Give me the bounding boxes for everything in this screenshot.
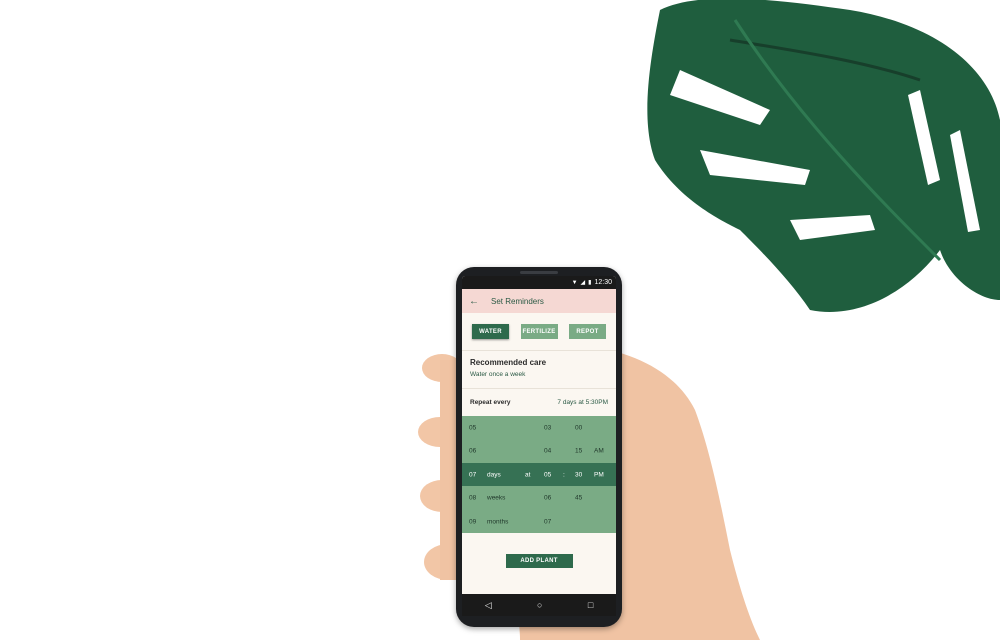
picker-hour: 06 — [544, 494, 552, 501]
picker-unit: weeks — [487, 494, 506, 501]
interval-time-picker[interactable]: 05 03 00 06 04 15 AM 07 days at 05: 30 … — [462, 416, 616, 533]
picker-row-selected[interactable]: 07 days at 05 : 30 PM — [462, 463, 616, 486]
home-circle-icon[interactable]: ○ — [537, 600, 542, 610]
picker-ampm: PM — [594, 471, 604, 478]
picker-row[interactable]: 08 weeks 06 45 — [462, 486, 616, 509]
phone-speaker — [520, 271, 558, 274]
repeat-value: 7 days at 5:30PM — [557, 399, 608, 406]
recents-square-icon[interactable]: □ — [588, 600, 593, 610]
tab-repot[interactable]: REPOT — [569, 324, 606, 339]
picker-minute: 00 — [575, 424, 583, 431]
picker-minute: 30 — [575, 471, 583, 478]
arrow-left-icon[interactable]: ← — [469, 296, 487, 307]
picker-at: at — [525, 471, 531, 478]
picker-hour: 03 — [544, 424, 552, 431]
status-bar: ▼ ◢ ▮ 12:30 — [462, 276, 616, 289]
picker-colon: : — [563, 471, 565, 478]
page-title: Set Reminders — [491, 296, 544, 306]
tab-fertilize[interactable]: FERTILIZE — [520, 324, 558, 339]
system-nav-bar: ◁ ○ □ — [462, 594, 616, 616]
picker-unit: days — [487, 471, 501, 478]
app-bar: ← Set Reminders — [462, 289, 616, 313]
picker-row[interactable]: 05 03 00 — [462, 416, 616, 439]
back-triangle-icon[interactable]: ◁ — [485, 600, 492, 611]
picker-number: 09 — [469, 518, 477, 525]
picker-number: 06 — [469, 447, 477, 454]
picker-hour: 07 — [544, 518, 552, 525]
bottom-actions: ADD PLANT — [462, 533, 616, 589]
picker-row[interactable]: 06 04 15 AM — [462, 439, 616, 462]
wifi-icon: ▼ — [571, 279, 578, 286]
picker-hour: 04 — [544, 447, 552, 454]
picker-number: 07 — [469, 471, 477, 478]
recommended-care-heading: Recommended care — [470, 358, 547, 367]
picker-minute: 15 — [575, 447, 583, 454]
repeat-label: Repeat every — [470, 399, 511, 406]
recommended-care-text: Water once a week — [470, 371, 526, 378]
picker-ampm: AM — [594, 447, 604, 454]
recommended-care-section: Recommended care Water once a week — [462, 351, 616, 389]
picker-number: 05 — [469, 424, 477, 431]
care-type-tabs: WATER FERTILIZE REPOT — [462, 313, 616, 351]
battery-icon: ▮ — [588, 280, 592, 286]
picker-number: 08 — [469, 494, 477, 501]
add-plant-button[interactable]: ADD PLANT — [505, 554, 573, 568]
tab-water[interactable]: WATER — [472, 324, 509, 339]
picker-minute: 45 — [575, 494, 583, 501]
monstera-leaf-image — [647, 0, 1000, 312]
repeat-row: Repeat every 7 days at 5:30PM — [462, 389, 616, 416]
picker-row[interactable]: 09 months 07 — [462, 510, 616, 533]
phone-frame: ▼ ◢ ▮ 12:30 ← Set Reminders WATER FERTIL… — [456, 267, 622, 627]
picker-hour: 05 — [544, 471, 552, 478]
phone-screen: ▼ ◢ ▮ 12:30 ← Set Reminders WATER FERTIL… — [462, 276, 616, 616]
status-time: 12:30 — [594, 279, 612, 286]
picker-unit: months — [487, 518, 509, 525]
signal-icon: ◢ — [580, 280, 586, 286]
